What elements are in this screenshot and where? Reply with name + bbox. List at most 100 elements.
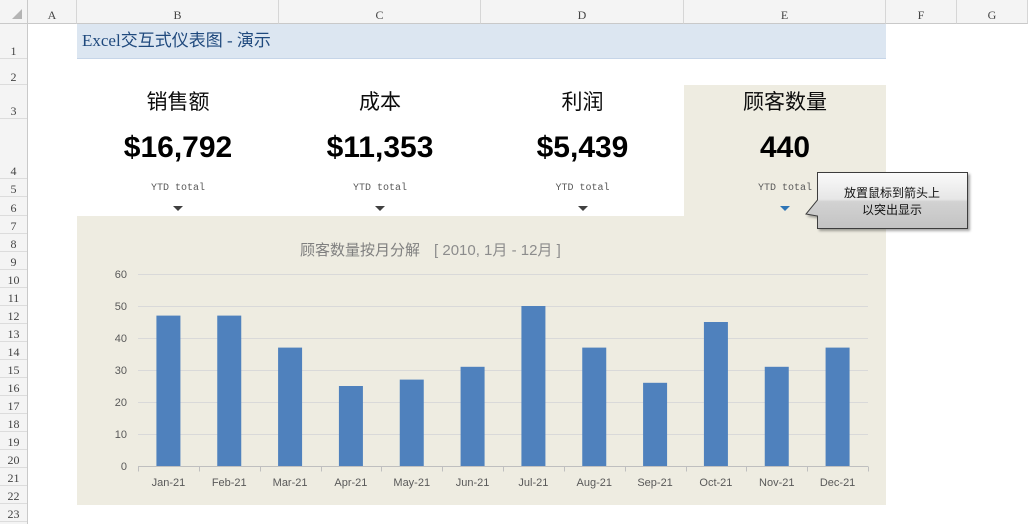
bar-Jun-21[interactable] (460, 366, 485, 466)
arrow-down-icon[interactable] (780, 206, 790, 211)
tooltip-line-1: 放置鼠标到箭头上 (844, 185, 940, 200)
row-header-bar: 1 2 3 4 5 6 7 8 9 10 11 12 13 14 15 16 17 18 19 20 21 22 23 (0, 24, 28, 524)
row-header-23[interactable]: 23 (0, 504, 27, 522)
x-tick-label: Jan-21 (152, 477, 186, 489)
y-tick-label: 20 (115, 397, 127, 409)
row-header-label: 10 (7, 273, 20, 287)
bar-Nov-21[interactable] (764, 366, 789, 466)
row-header-12[interactable]: 12 (0, 306, 27, 324)
column-header-label: F (917, 8, 925, 22)
column-header-bar: A B C D E F G (0, 0, 1028, 24)
row-header-7[interactable]: 7 (0, 216, 27, 234)
kpi-card-cost[interactable]: 成本 $11,353 YTD total (279, 85, 481, 216)
bar-Jul-21[interactable] (521, 306, 546, 466)
column-header-label: D (577, 8, 587, 22)
bar-chart[interactable]: 顾客数量按月分解 [ 2010, 1月 - 12月 ] 0 10 20 30 40 50 60… (77, 216, 886, 505)
y-tick-label: 10 (115, 429, 127, 441)
column-header-C[interactable]: C (279, 0, 481, 24)
row-header-15[interactable]: 15 (0, 360, 27, 378)
row-header-label: 3 (10, 104, 17, 118)
row-header-8[interactable]: 8 (0, 234, 27, 252)
row-header-label: 20 (7, 453, 20, 467)
column-header-F[interactable]: F (886, 0, 957, 24)
kpi-label: 顾客数量 (743, 91, 827, 114)
y-tick-label: 40 (115, 333, 127, 345)
kpi-label: 利润 (561, 91, 604, 114)
x-tick-label: Jul-21 (518, 477, 548, 489)
row-header-label: 2 (10, 70, 17, 84)
kpi-value: $16,792 (123, 131, 233, 164)
arrow-down-icon[interactable] (375, 206, 385, 211)
row-header-9[interactable]: 9 (0, 252, 27, 270)
bar-Sep-21[interactable] (643, 382, 668, 466)
kpi-note: YTD total (352, 183, 407, 194)
row-header-18[interactable]: 18 (0, 414, 27, 432)
arrow-down-icon[interactable] (173, 206, 183, 211)
row-header-label: 6 (10, 201, 17, 215)
row-header-17[interactable]: 17 (0, 396, 27, 414)
column-header-D[interactable]: D (481, 0, 684, 24)
kpi-note: YTD total (555, 183, 610, 194)
chart-area[interactable]: 顾客数量按月分解 [ 2010, 1月 - 12月 ] 0 10 20 30 40 50 60… (77, 216, 886, 505)
column-header-label: C (375, 8, 384, 22)
bar-Dec-21[interactable] (825, 347, 850, 466)
y-tick-label: 0 (121, 461, 127, 473)
row-header-label: 17 (7, 399, 20, 413)
row-header-2[interactable]: 2 (0, 59, 27, 85)
bar-Mar-21[interactable] (278, 347, 303, 466)
select-all-triangle-icon (12, 9, 22, 19)
bar-Oct-21[interactable] (703, 322, 728, 466)
chart-title-range: [ 2010, 1月 - 12月 ] (434, 242, 561, 259)
column-header-B[interactable]: B (77, 0, 279, 24)
row-header-label: 7 (10, 219, 17, 233)
bar-May-21[interactable] (399, 379, 424, 466)
x-tick-label: Dec-21 (820, 477, 855, 489)
row-header-1[interactable]: 1 (0, 24, 27, 59)
row-header-label: 8 (10, 237, 17, 251)
column-header-label: G (987, 8, 997, 22)
column-header-E[interactable]: E (684, 0, 886, 24)
column-header-label: E (780, 8, 789, 22)
row-header-label: 14 (7, 345, 20, 359)
row-header-14[interactable]: 14 (0, 342, 27, 360)
arrow-down-icon[interactable] (577, 206, 588, 211)
row-header-22[interactable]: 22 (0, 486, 27, 504)
row-header-11[interactable]: 11 (0, 288, 27, 306)
row-header-16[interactable]: 16 (0, 378, 27, 396)
row-header-label: 22 (7, 489, 20, 503)
bar-Jan-21[interactable] (156, 315, 181, 466)
x-tick-label: Apr-21 (334, 477, 367, 489)
callout-shape (805, 172, 968, 229)
chart-title: 顾客数量按月分解 [ 2010, 1月 - 12月 ] (300, 242, 561, 259)
column-header-A[interactable]: A (28, 0, 77, 24)
bar-Feb-21[interactable] (217, 315, 242, 466)
tooltip-callout[interactable]: 放置鼠标到箭头上 以突出显示 (800, 168, 976, 234)
row-header-label: 19 (7, 435, 20, 449)
x-tick-label: Oct-21 (699, 477, 732, 489)
row-header-21[interactable]: 21 (0, 468, 27, 486)
row-header-3[interactable]: 3 (0, 85, 27, 119)
column-header-G[interactable]: G (957, 0, 1028, 24)
row-header-label: 15 (7, 363, 20, 377)
row-header-label: 5 (10, 182, 17, 196)
row-header-13[interactable]: 13 (0, 324, 27, 342)
x-tick-label: May-21 (393, 477, 430, 489)
select-all-corner[interactable] (0, 0, 28, 24)
row-header-10[interactable]: 10 (0, 270, 27, 288)
row-header-19[interactable]: 19 (0, 432, 27, 450)
row-header-20[interactable]: 20 (0, 450, 27, 468)
bar-Apr-21[interactable] (338, 386, 363, 466)
title-cell[interactable]: Excel交互式仪表图 - 演示 (77, 24, 886, 59)
row-header-label: 18 (7, 417, 20, 431)
kpi-value: $5,439 (536, 131, 629, 164)
row-header-5[interactable]: 5 (0, 179, 27, 197)
row-header-4[interactable]: 4 (0, 119, 27, 179)
bar-Aug-21[interactable] (582, 347, 607, 466)
kpi-label: 成本 (359, 91, 401, 114)
kpi-card-sales[interactable]: 销售额 $16,792 YTD total (77, 85, 279, 216)
row-header-6[interactable]: 6 (0, 197, 27, 216)
row-header-label: 9 (10, 255, 17, 269)
kpi-label: 销售额 (146, 91, 210, 114)
row-header-label: 12 (7, 309, 20, 323)
kpi-card-profit[interactable]: 利润 $5,439 YTD total (481, 85, 684, 216)
